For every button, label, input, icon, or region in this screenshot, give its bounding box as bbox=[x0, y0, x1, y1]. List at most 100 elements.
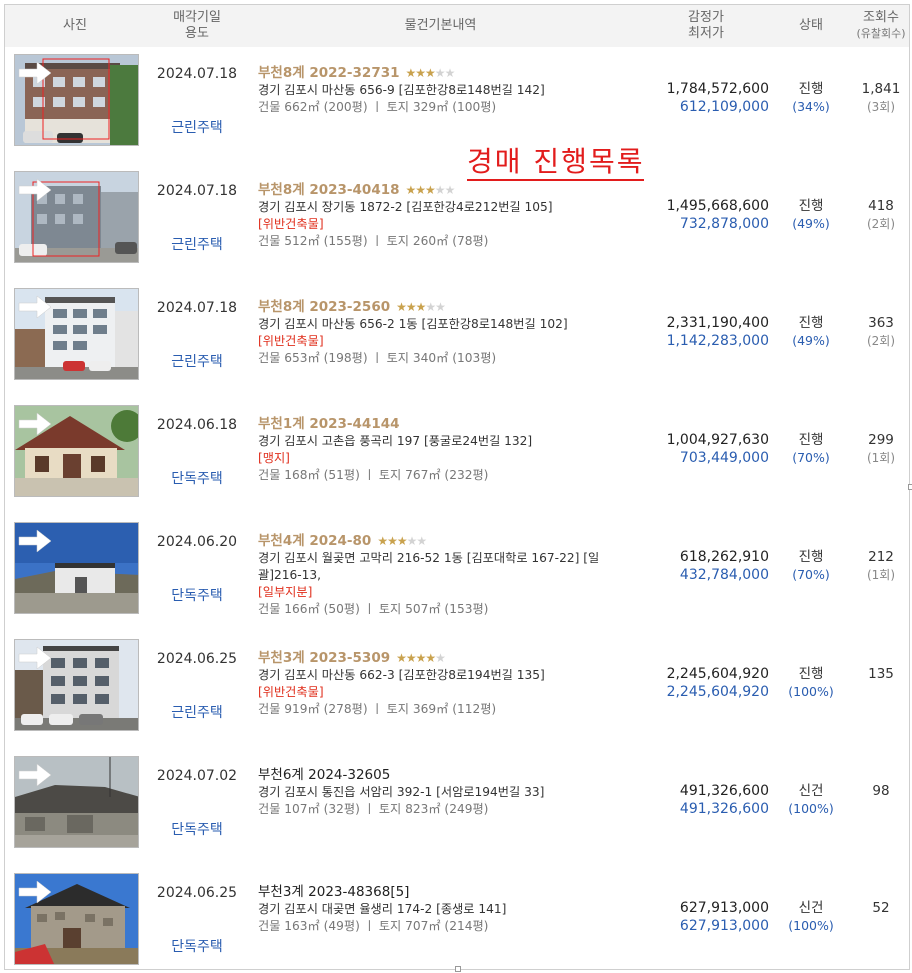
view-count: 418 bbox=[868, 198, 894, 214]
property-use: 근린주택 bbox=[171, 354, 223, 370]
case-number-link[interactable]: 부천4계 2024-80 ★★★★★ bbox=[258, 533, 623, 550]
area-info: 건물 107㎡ (32평) ㅣ 토지 823㎡ (249평) bbox=[258, 802, 489, 816]
property-info: 부천3계 2023-5309 ★★★★★ 경기 김포시 마산동 662-3 [김포한… bbox=[258, 650, 623, 718]
property-photo[interactable] bbox=[14, 288, 139, 380]
appraisal-price: 491,326,600 bbox=[679, 783, 769, 799]
minimum-price: 491,326,600 bbox=[679, 801, 769, 817]
status-label: 신건 bbox=[798, 900, 824, 916]
status-label: 진행 bbox=[798, 432, 824, 448]
auction-row[interactable]: 2024.06.18 단독주택 부천1계 2023-44144 경기 김포시 고촌읍 … bbox=[5, 398, 909, 516]
auction-row[interactable]: 2024.07.18 근린주택 부천8계 2023-2560 ★★★★★ 경기 김포시 … bbox=[5, 281, 909, 399]
case-number-link[interactable]: 부천6계 2024-32605 bbox=[258, 767, 623, 784]
property-photo[interactable] bbox=[14, 873, 139, 965]
case-number-link[interactable]: 부천8계 2022-32731 ★★★★★ bbox=[258, 65, 623, 82]
sale-date: 2024.07.18 bbox=[156, 183, 238, 199]
auction-row[interactable]: 2024.07.18 근린주택 부천8계 2023-40418 ★★★★★ 경기 김포시… bbox=[5, 164, 909, 282]
property-use: 단독주택 bbox=[171, 588, 223, 604]
appraisal-price: 618,262,910 bbox=[679, 549, 769, 565]
status-cell: 진행 (49%) bbox=[770, 197, 852, 233]
property-address: 경기 김포시 통진읍 서암리 392-1 [서암로194번길 33] bbox=[258, 785, 545, 799]
property-info: 부천4계 2024-80 ★★★★★ 경기 김포시 월곶면 고막리 216-52 1… bbox=[258, 533, 623, 618]
view-count: 135 bbox=[868, 666, 894, 682]
appraisal-price: 1,495,668,600 bbox=[666, 198, 769, 214]
rating-stars: ★★★★★ bbox=[405, 66, 456, 80]
minimum-price: 703,449,000 bbox=[679, 450, 769, 466]
header-basic-info: 물건기본내역 bbox=[404, 18, 477, 33]
status-label: 진행 bbox=[798, 198, 824, 214]
view-count: 363 bbox=[868, 315, 894, 331]
views-cell: 52 bbox=[850, 899, 909, 917]
view-count: 1,841 bbox=[861, 81, 901, 97]
status-label: 진행 bbox=[798, 549, 824, 565]
header-price: 감정가 최저가 bbox=[631, 5, 781, 47]
header-appraisal: 감정가 bbox=[688, 10, 724, 25]
overlay-title: 경매 진행목록 bbox=[467, 145, 645, 181]
sale-date: 2024.06.18 bbox=[156, 417, 238, 433]
status-percent: (49%) bbox=[792, 216, 830, 231]
area-info: 건물 512㎡ (155평) ㅣ 토지 260㎡ (78평) bbox=[258, 234, 489, 248]
status-percent: (100%) bbox=[788, 684, 834, 699]
header-use: 용도 bbox=[185, 26, 209, 41]
property-info: 부천8계 2022-32731 ★★★★★ 경기 김포시 마산동 656-9 [김포… bbox=[258, 65, 623, 116]
view-count: 98 bbox=[872, 783, 890, 799]
header-views-sub: (유찰회수) bbox=[856, 27, 906, 40]
fail-count: (2회) bbox=[866, 334, 896, 348]
resize-handle-right[interactable] bbox=[908, 484, 912, 490]
minimum-price: 732,878,000 bbox=[679, 216, 769, 232]
minimum-price: 1,142,283,000 bbox=[666, 333, 769, 349]
sale-date: 2024.06.20 bbox=[156, 534, 238, 550]
auction-row[interactable]: 2024.06.25 근린주택 부천3계 2023-5309 ★★★★★ 경기 김포시 … bbox=[5, 632, 909, 750]
property-photo[interactable] bbox=[14, 54, 139, 146]
property-address: 경기 김포시 대곶면 율생리 174-2 [종생로 141] bbox=[258, 902, 507, 916]
auction-row[interactable]: 2024.07.02 단독주택 부천6계 2024-32605 경기 김포시 통진읍 … bbox=[5, 749, 909, 867]
auction-list-panel: 사진 매각기일 용도 물건기본내역 감정가 최저가 상태 조회수 (유찰회수) … bbox=[4, 4, 910, 970]
area-info: 건물 919㎡ (278평) ㅣ 토지 369㎡ (112평) bbox=[258, 702, 497, 716]
header-date-use: 매각기일 용도 bbox=[147, 5, 247, 47]
sale-date: 2024.07.18 bbox=[156, 66, 238, 82]
property-photo[interactable] bbox=[14, 171, 139, 263]
area-info: 건물 653㎡ (198평) ㅣ 토지 340㎡ (103평) bbox=[258, 351, 497, 365]
resize-handle-bottom[interactable] bbox=[455, 966, 461, 972]
price-cell: 2,331,190,400 1,142,283,000 bbox=[619, 314, 769, 350]
property-photo[interactable] bbox=[14, 756, 139, 848]
header-views: 조회수 (유찰회수) bbox=[850, 5, 909, 47]
views-cell: 363 (2회) bbox=[850, 314, 909, 350]
header-status: 상태 bbox=[799, 18, 823, 33]
property-photo[interactable] bbox=[14, 405, 139, 497]
status-percent: (70%) bbox=[792, 450, 830, 465]
property-use: 근린주택 bbox=[171, 120, 223, 136]
warning-tag: [위반건축물] bbox=[258, 334, 324, 348]
views-cell: 418 (2회) bbox=[850, 197, 909, 233]
status-cell: 신건 (100%) bbox=[770, 782, 852, 818]
case-number-link[interactable]: 부천8계 2023-2560 ★★★★★ bbox=[258, 299, 623, 316]
property-address: 경기 김포시 마산동 662-3 [김포한강8로194번길 135] bbox=[258, 668, 545, 682]
warning-tag: [위반건축물] bbox=[258, 217, 324, 231]
property-photo[interactable] bbox=[14, 522, 139, 614]
auction-row[interactable]: 2024.06.20 단독주택 부천4계 2024-80 ★★★★★ 경기 김포시 월곶… bbox=[5, 515, 909, 633]
case-number-link[interactable]: 부천3계 2023-5309 ★★★★★ bbox=[258, 650, 623, 667]
property-photo[interactable] bbox=[14, 639, 139, 731]
price-cell: 618,262,910 432,784,000 bbox=[619, 548, 769, 584]
area-info: 건물 662㎡ (200평) ㅣ 토지 329㎡ (100평) bbox=[258, 100, 497, 114]
case-number-link[interactable]: 부천3계 2023-48368[5] bbox=[258, 884, 623, 901]
views-cell: 98 bbox=[850, 782, 909, 800]
views-cell: 212 (1회) bbox=[850, 548, 909, 584]
rating-stars: ★★★★★ bbox=[396, 300, 446, 314]
auction-row[interactable]: 2024.07.18 근린주택 부천8계 2022-32731 ★★★★★ 경기 김포시… bbox=[5, 47, 909, 165]
auction-row[interactable]: 2024.06.25 단독주택 부천3계 2023-48368[5] 경기 김포시 대… bbox=[5, 866, 909, 969]
appraisal-price: 2,331,190,400 bbox=[666, 315, 769, 331]
property-address: 경기 김포시 고촌읍 풍곡리 197 [풍굴로24번길 132] bbox=[258, 434, 533, 448]
case-number-link[interactable]: 부천1계 2023-44144 bbox=[258, 416, 623, 433]
rating-stars: ★★★★★ bbox=[396, 651, 446, 665]
price-cell: 627,913,000 627,913,000 bbox=[619, 899, 769, 935]
sale-date: 2024.06.25 bbox=[156, 885, 238, 901]
price-cell: 1,495,668,600 732,878,000 bbox=[619, 197, 769, 233]
status-cell: 신건 (100%) bbox=[770, 899, 852, 935]
views-cell: 299 (1회) bbox=[850, 431, 909, 467]
fail-count: (2회) bbox=[866, 217, 896, 231]
property-info: 부천8계 2023-40418 ★★★★★ 경기 김포시 장기동 1872-2 [김… bbox=[258, 182, 623, 250]
case-number-link[interactable]: 부천8계 2023-40418 ★★★★★ bbox=[258, 182, 623, 199]
minimum-price: 2,245,604,920 bbox=[666, 684, 769, 700]
rating-stars: ★★★★★ bbox=[405, 183, 456, 197]
sale-date: 2024.07.02 bbox=[156, 768, 238, 784]
